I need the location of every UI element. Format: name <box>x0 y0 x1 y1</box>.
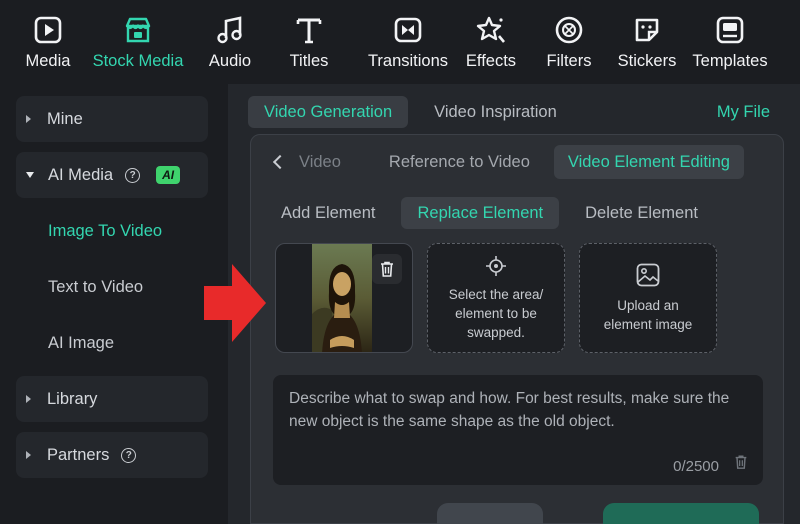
help-icon[interactable]: ? <box>121 447 137 463</box>
help-icon[interactable]: ? <box>125 167 141 183</box>
top-toolbar: Media Stock Media Audio Titles Transitio… <box>0 0 800 84</box>
clear-prompt-button[interactable] <box>733 454 749 475</box>
tool-transitions[interactable]: Transitions <box>356 0 460 84</box>
subtab-video-element-editing[interactable]: Video Element Editing <box>553 145 744 179</box>
mona-lisa-thumbnail <box>312 244 372 352</box>
tab-video-inspiration[interactable]: Video Inspiration <box>418 96 573 128</box>
generation-tabs: Video Generation Video Inspiration <box>248 96 583 128</box>
tool-filters-label: Filters <box>546 52 592 70</box>
editing-subtabs: Video Reference to Video Video Element E… <box>265 145 746 179</box>
tab-video-generation[interactable]: Video Generation <box>248 96 409 128</box>
media-icon <box>34 16 62 44</box>
audio-note-icon <box>217 16 242 44</box>
sidebar-item-mine[interactable]: Mine <box>16 96 208 142</box>
select-area-card[interactable]: Select the area/ element to be swapped. <box>427 243 565 353</box>
filters-icon <box>555 16 583 44</box>
titles-t-icon <box>296 18 322 44</box>
transitions-icon <box>394 17 422 43</box>
editing-panel: Video Reference to Video Video Element E… <box>250 134 784 524</box>
sidebar-item-label: Partners <box>47 445 110 464</box>
sidebar-item-image-to-video[interactable]: Image To Video <box>48 222 162 241</box>
sidebar-item-label: Mine <box>47 109 83 128</box>
tool-stickers[interactable]: Stickers <box>616 0 678 84</box>
sidebar-item-text-to-video[interactable]: Text to Video <box>48 278 143 297</box>
target-crosshair-icon <box>486 255 506 276</box>
upload-element-card[interactable]: Upload an element image <box>579 243 717 353</box>
tool-stock-media[interactable]: Stock Media <box>78 0 198 84</box>
caret-right-icon <box>26 451 31 459</box>
ai-badge: AI <box>156 166 181 184</box>
tool-titles-label: Titles <box>289 52 329 70</box>
generate-button[interactable] <box>603 503 759 524</box>
tool-templates-label: Templates <box>692 52 768 70</box>
tool-templates[interactable]: Templates <box>678 0 782 84</box>
tool-titles[interactable]: Titles <box>262 0 356 84</box>
bottom-control[interactable] <box>437 503 543 524</box>
sidebar-item-library[interactable]: Library <box>16 376 208 422</box>
left-sidebar: Mine AI Media ? AI Image To Video Text t… <box>0 84 228 524</box>
stock-media-icon <box>125 17 151 43</box>
effects-star-icon <box>476 16 505 43</box>
tool-effects-label: Effects <box>465 52 517 70</box>
sidebar-item-label: AI Media <box>48 165 114 184</box>
tool-stickers-label: Stickers <box>617 52 677 70</box>
caret-down-icon <box>26 172 34 178</box>
stickers-icon <box>635 18 659 42</box>
templates-icon <box>716 16 744 44</box>
red-arrow-annotation <box>204 264 266 342</box>
tool-media-label: Media <box>25 52 71 70</box>
tool-filters[interactable]: Filters <box>522 0 616 84</box>
trash-icon <box>381 261 393 277</box>
upload-element-text: Upload an element image <box>603 298 693 332</box>
select-area-text: Select the area/ element to be swapped. <box>448 286 544 340</box>
back-chevron-icon[interactable] <box>272 154 288 170</box>
sidebar-item-ai-image[interactable]: AI Image <box>48 334 114 353</box>
my-file-link[interactable]: My File <box>717 103 770 122</box>
caret-right-icon <box>26 115 31 123</box>
subtab-reference-to-video[interactable]: Reference to Video <box>375 145 544 179</box>
mode-replace-element[interactable]: Replace Element <box>401 197 560 229</box>
tool-audio-label: Audio <box>208 52 252 70</box>
tool-media[interactable]: Media <box>18 0 78 84</box>
tool-stock-media-label: Stock Media <box>92 52 184 70</box>
element-mode-tabs: Add Element Replace Element Delete Eleme… <box>265 197 724 229</box>
delete-image-button[interactable] <box>372 254 402 284</box>
prompt-textarea[interactable]: Describe what to swap and how. For best … <box>273 375 763 485</box>
main-panel: Video Generation Video Inspiration My Fi… <box>228 84 800 524</box>
char-count: 0/2500 <box>673 458 719 475</box>
image-upload-icon <box>636 263 660 287</box>
mode-delete-element[interactable]: Delete Element <box>569 197 714 229</box>
caret-right-icon <box>26 395 31 403</box>
element-cards: Select the area/ element to be swapped. … <box>275 243 731 353</box>
tool-audio[interactable]: Audio <box>198 0 262 84</box>
tool-effects[interactable]: Effects <box>460 0 522 84</box>
sidebar-item-partners[interactable]: Partners ? <box>16 432 208 478</box>
trash-icon <box>735 455 747 469</box>
subtab-video[interactable]: Video <box>295 145 355 179</box>
sidebar-item-label: Library <box>47 389 98 408</box>
sidebar-item-ai-media[interactable]: AI Media ? AI <box>16 152 208 198</box>
source-image-card[interactable] <box>275 243 413 353</box>
tool-transitions-label: Transitions <box>367 52 449 70</box>
prompt-placeholder: Describe what to swap and how. For best … <box>289 390 730 430</box>
mode-add-element[interactable]: Add Element <box>265 197 391 229</box>
